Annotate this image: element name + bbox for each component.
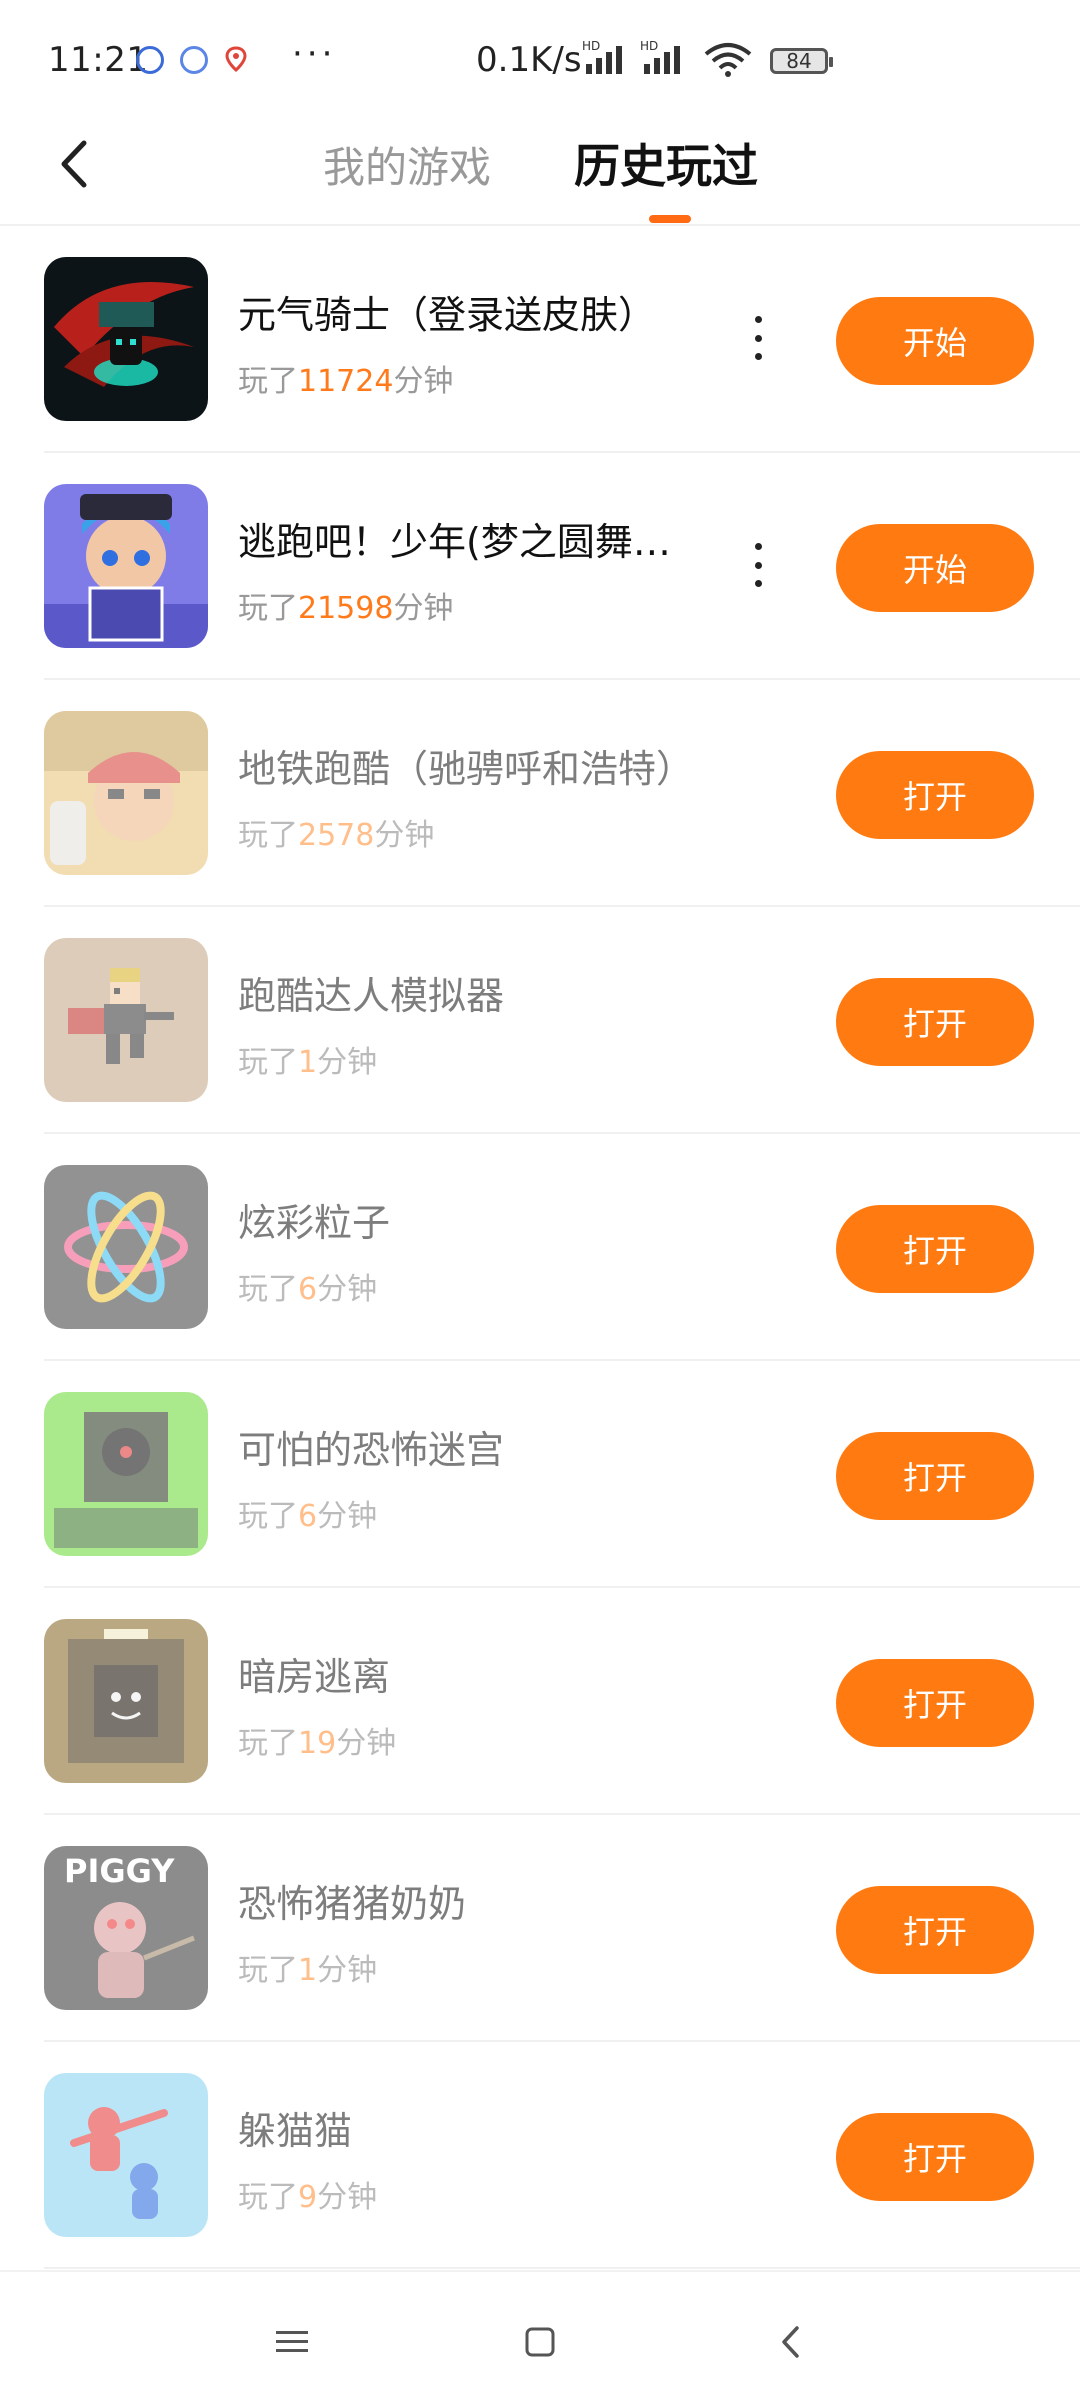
game-list: 元气骑士（登录送皮肤） 玩了11724分钟 开始 逃跑吧！少年(梦之圆舞… 玩了… [0,226,1080,2269]
play-time: 玩了1分钟 [238,1953,378,1988]
game-name: 可怕的恐怖迷宫 [238,1428,505,1472]
play-time: 玩了1分钟 [238,1045,378,1080]
open-button[interactable]: 打开 [836,1659,1034,1747]
game-name: 恐怖猪猪奶奶 [238,1882,467,1926]
game-row[interactable]: 逃跑吧！少年(梦之圆舞… 玩了21598分钟 开始 [0,453,1080,680]
game-name: 元气骑士（登录送皮肤） [238,293,657,337]
play-time: 玩了19分钟 [238,1726,397,1761]
game-name: 地铁跑酷（驰骋呼和浩特） [238,747,695,791]
game-row[interactable]: 元气骑士（登录送皮肤） 玩了11724分钟 开始 [0,226,1080,453]
atom-particles-icon[interactable] [44,1165,208,1329]
start-button[interactable]: 开始 [836,297,1034,385]
game-name: 暗房逃离 [238,1655,391,1699]
game-row[interactable]: PIGGY 恐怖猪猪奶奶 玩了1分钟 打开 [0,1815,1080,2042]
chevron-left-icon [782,2326,799,2358]
play-time: 玩了6分钟 [238,1272,378,1307]
open-button[interactable]: 打开 [836,1886,1034,1974]
game-name: 躲猫猫 [238,2109,353,2153]
open-button[interactable]: 打开 [836,1432,1034,1520]
screen: 11:21 ··· 0.1K/s HD HD 84 我的游戏 历史玩过 元气骑士… [0,0,1080,2400]
map-pin-icon [225,46,247,73]
system-back-button[interactable] [760,2312,820,2372]
game-row[interactable]: 暗房逃离 玩了19分钟 打开 [0,1588,1080,1815]
play-time: 玩了6分钟 [238,1499,378,1534]
game-row[interactable]: 炫彩粒子 玩了6分钟 打开 [0,1134,1080,1361]
chat-notification-icon [180,46,208,74]
open-button[interactable]: 打开 [836,978,1034,1066]
recent-apps-button[interactable] [262,2312,322,2372]
start-button[interactable]: 开始 [836,524,1034,612]
game-row[interactable]: 跑酷达人模拟器 玩了1分钟 打开 [0,907,1080,1134]
game-name: 炫彩粒子 [238,1201,391,1245]
more-options-icon[interactable] [746,543,770,587]
app-notification-icon [136,46,164,74]
more-options-icon[interactable] [746,316,770,360]
play-time: 玩了9分钟 [238,2180,378,2215]
status-time: 11:21 [48,40,149,80]
game-row[interactable]: 可怕的恐怖迷宫 玩了6分钟 打开 [0,1361,1080,1588]
active-tab-indicator [649,215,691,223]
status-bar: 11:21 ··· 0.1K/s HD HD 84 [0,0,1080,120]
more-notifications-icon: ··· [292,34,337,74]
signal-icon: HD [640,39,680,74]
open-button[interactable]: 打开 [836,2113,1034,2201]
svg-text:HD: HD [640,39,658,53]
back-button[interactable] [44,134,104,194]
header: 我的游戏 历史玩过 [0,120,1080,226]
parkour-simulator-icon[interactable] [44,938,208,1102]
subway-surfers-icon[interactable] [44,711,208,875]
home-button[interactable] [510,2312,570,2372]
square-icon [525,2327,555,2357]
notification-icons [136,46,248,74]
piggy-icon[interactable]: PIGGY [44,1846,208,2010]
system-navigation-bar [0,2270,1080,2400]
game-row[interactable]: 躲猫猫 玩了9分钟 打开 [0,2042,1080,2269]
svg-text:HD: HD [582,39,600,53]
dark-room-icon[interactable] [44,1619,208,1783]
battery-icon: 84 [770,48,833,74]
game-name: 逃跑吧！少年(梦之圆舞… [238,520,671,564]
play-time: 玩了21598分钟 [238,591,454,626]
network-speed: 0.1K/s [476,40,582,80]
svg-text:PIGGY: PIGGY [64,1852,175,1890]
hide-and-seek-icon[interactable] [44,2073,208,2237]
game-row[interactable]: 地铁跑酷（驰骋呼和浩特） 玩了2578分钟 打开 [0,680,1080,907]
escape-boy-icon[interactable] [44,484,208,648]
tab-my-games[interactable]: 我的游戏 [323,134,491,195]
divider [44,2267,1080,2269]
open-button[interactable]: 打开 [836,1205,1034,1293]
wifi-icon [704,43,752,77]
game-name: 跑酷达人模拟器 [238,974,505,1018]
tab-history[interactable]: 历史玩过 [574,130,758,196]
play-time: 玩了2578分钟 [238,818,435,853]
chevron-left-icon [61,140,87,188]
open-button[interactable]: 打开 [836,751,1034,839]
play-time: 玩了11724分钟 [238,364,454,399]
horror-maze-icon[interactable] [44,1392,208,1556]
menu-icon [276,2331,308,2352]
signal-icon: HD [582,39,622,74]
soul-knight-icon[interactable] [44,257,208,421]
